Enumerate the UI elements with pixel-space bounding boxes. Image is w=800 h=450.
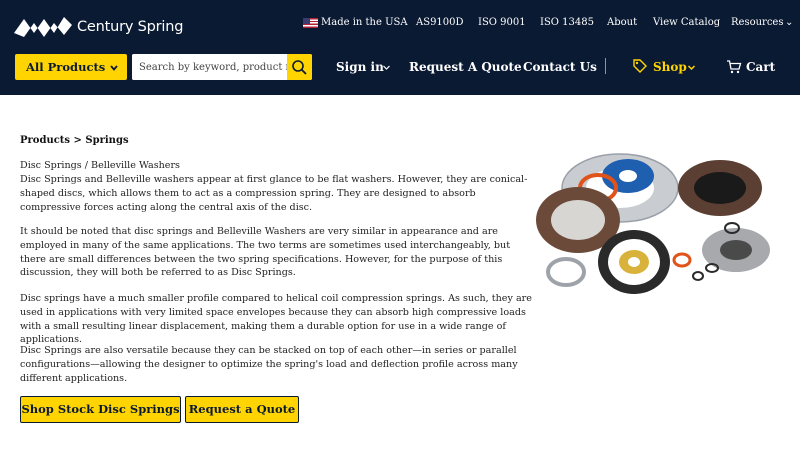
all-products-label: All Products <box>26 60 106 74</box>
request-quote-link[interactable]: Request A Quote <box>409 60 522 74</box>
request-quote-button[interactable]: Request a Quote <box>185 396 299 423</box>
shop-stock-disc-springs-button[interactable]: Shop Stock Disc Springs <box>20 396 181 423</box>
cart-icon <box>727 60 742 74</box>
search-box <box>132 54 312 80</box>
disc-springs-product-image <box>536 153 770 294</box>
chevron-down-icon <box>110 65 118 71</box>
breadcrumb[interactable]: Products > Springs <box>20 135 129 146</box>
paragraph-comparison: It should be noted that disc springs and… <box>20 226 511 279</box>
top-nav-resources[interactable]: Resources <box>731 17 783 28</box>
page-title: Disc Springs / Belleville Washers <box>20 160 180 171</box>
paragraph-profile: Disc springs have a much smaller profile… <box>20 293 532 346</box>
sign-in-link[interactable]: Sign in <box>336 60 384 74</box>
search-button[interactable] <box>287 54 312 80</box>
cart-link[interactable]: Cart <box>746 60 775 74</box>
top-nav-about[interactable]: About <box>607 17 637 28</box>
site-header: Century Spring Made in the USA AS9100D I… <box>0 0 800 95</box>
top-nav-made-in-usa[interactable]: Made in the USA <box>321 17 408 28</box>
chevron-down-icon <box>383 65 390 70</box>
top-nav: Made in the USA AS9100D ISO 9001 ISO 134… <box>0 17 800 31</box>
tag-icon <box>633 59 647 73</box>
search-input[interactable] <box>132 54 288 80</box>
top-nav-as9100d[interactable]: AS9100D <box>416 17 464 28</box>
all-products-button[interactable]: All Products <box>15 54 127 80</box>
top-nav-iso13485[interactable]: ISO 13485 <box>540 17 594 28</box>
paragraph-intro: Disc Springs and Belleville washers appe… <box>20 174 528 213</box>
contact-us-link[interactable]: Contact Us <box>523 60 597 74</box>
chevron-down-icon: ⌄ <box>785 17 794 28</box>
chevron-down-icon <box>687 65 696 71</box>
paragraph-versatile: Disc Springs are also versatile because … <box>20 345 518 384</box>
search-icon <box>292 60 307 75</box>
top-nav-iso9001[interactable]: ISO 9001 <box>478 17 526 28</box>
shop-link[interactable]: Shop <box>653 60 687 74</box>
top-nav-view-catalog[interactable]: View Catalog <box>653 17 720 28</box>
nav-divider <box>605 58 606 74</box>
